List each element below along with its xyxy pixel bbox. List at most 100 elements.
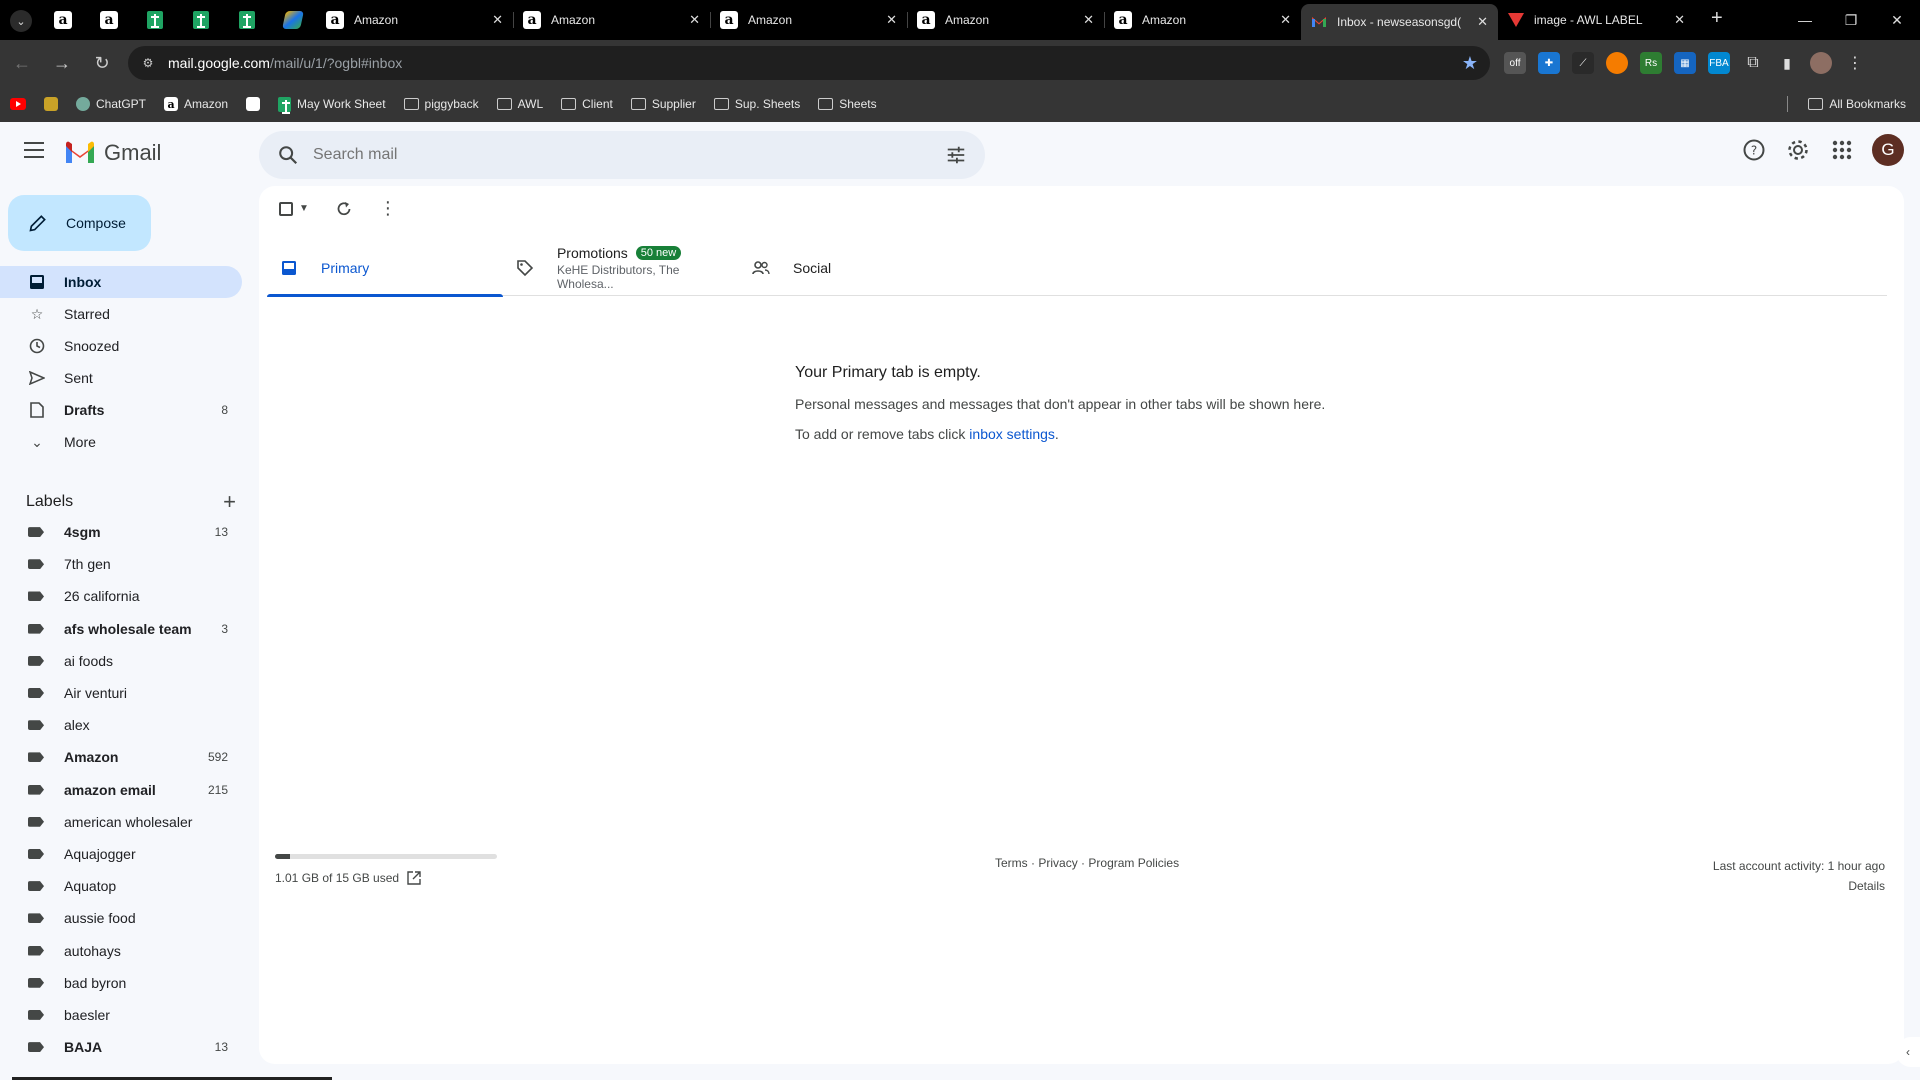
close-tab-icon[interactable]: ✕	[689, 12, 700, 28]
close-tab-icon[interactable]: ✕	[886, 12, 897, 28]
privacy-link[interactable]: Privacy	[1038, 856, 1077, 870]
new-tab-button[interactable]: +	[1711, 7, 1723, 30]
label-item[interactable]: Aquatop	[0, 870, 256, 902]
browser-profile-avatar[interactable]	[1810, 52, 1832, 74]
extension-off-icon[interactable]: off	[1504, 52, 1526, 74]
label-item[interactable]: 7th gen	[0, 548, 256, 580]
bookmark-amazon[interactable]: a Amazon	[164, 97, 228, 111]
search-options-icon[interactable]	[945, 144, 967, 166]
extension-calculator-icon[interactable]: ▦	[1674, 52, 1696, 74]
restore-icon[interactable]: ❐	[1828, 12, 1874, 29]
search-input[interactable]	[313, 146, 945, 164]
details-link[interactable]: Details	[1713, 876, 1885, 896]
open-external-icon[interactable]	[407, 871, 421, 885]
more-options-icon[interactable]: ⋮	[379, 198, 397, 219]
forward-button[interactable]: →	[44, 45, 80, 81]
bookmark-misc[interactable]	[44, 97, 58, 111]
nav-item-starred[interactable]: ☆ Starred	[0, 298, 242, 330]
pinned-tab-sheets-1[interactable]	[132, 0, 178, 40]
main-menu-icon[interactable]	[24, 142, 44, 158]
browser-tab[interactable]: a Amazon ✕	[513, 0, 710, 40]
pinned-tab-sheets-3[interactable]	[224, 0, 270, 40]
pinned-tab-amazon-1[interactable]: a	[40, 0, 86, 40]
side-panel-icon[interactable]: ▮	[1776, 52, 1798, 74]
add-label-icon[interactable]: +	[223, 489, 236, 515]
gmail-logo[interactable]: Gmail	[64, 140, 161, 166]
bookmark-chatgpt[interactable]: ChatGPT	[76, 97, 146, 111]
label-item[interactable]: american wholesaler	[0, 806, 256, 838]
label-item[interactable]: Amazon 592	[0, 741, 256, 773]
search-bar[interactable]	[259, 131, 985, 179]
extension-rs-icon[interactable]: Rs	[1640, 52, 1662, 74]
terms-link[interactable]: Terms	[995, 856, 1028, 870]
address-bar[interactable]: ⚙ mail.google.com/mail/u/1/?ogbl#inbox ★	[128, 46, 1490, 80]
label-item[interactable]: 26 california	[0, 580, 256, 612]
label-item[interactable]: BAJA 13	[0, 1031, 256, 1063]
label-item[interactable]: amazon email 215	[0, 774, 256, 806]
tab-social[interactable]: Social	[739, 240, 975, 296]
bookmark-folder-sup-sheets[interactable]: Sup. Sheets	[713, 97, 800, 111]
nav-item-snoozed[interactable]: Snoozed	[0, 330, 242, 362]
select-all-control[interactable]: ▼	[279, 201, 309, 216]
label-item[interactable]: ai foods	[0, 645, 256, 677]
bookmark-folder-supplier[interactable]: Supplier	[630, 97, 696, 111]
program-policies-link[interactable]: Program Policies	[1088, 856, 1179, 870]
browser-tab-active[interactable]: Inbox - newseasonsgd( ✕	[1301, 4, 1498, 40]
extension-orange-icon[interactable]	[1606, 52, 1628, 74]
close-tab-icon[interactable]: ✕	[1674, 12, 1685, 28]
nav-item-more[interactable]: ⌄ More	[0, 426, 242, 458]
refresh-icon[interactable]	[335, 200, 353, 218]
search-icon[interactable]	[277, 144, 299, 166]
site-info-icon[interactable]: ⚙	[140, 55, 156, 71]
tab-promotions[interactable]: Promotions 50 new KeHE Distributors, The…	[503, 240, 739, 296]
side-panel-toggle-icon[interactable]: ‹	[1896, 1037, 1920, 1067]
bookmark-folder-awl[interactable]: AWL	[496, 97, 543, 111]
browser-tab[interactable]: a Amazon ✕	[710, 0, 907, 40]
bookmark-youtube[interactable]	[10, 98, 26, 110]
google-apps-icon[interactable]	[1828, 136, 1856, 164]
extension-fba-icon[interactable]: FBA	[1708, 52, 1730, 74]
extensions-puzzle-icon[interactable]: ⧉	[1742, 52, 1764, 74]
browser-tab[interactable]: a Amazon ✕	[1104, 0, 1301, 40]
close-tab-icon[interactable]: ✕	[1083, 12, 1094, 28]
close-tab-icon[interactable]: ✕	[1280, 12, 1291, 28]
bookmark-star-icon[interactable]: ★	[1462, 53, 1478, 74]
bookmark-amazon-icon-only[interactable]	[246, 97, 261, 111]
all-bookmarks-button[interactable]: All Bookmarks	[1787, 96, 1906, 112]
label-item[interactable]: baesler	[0, 999, 256, 1031]
bookmark-folder-piggyback[interactable]: piggyback	[403, 97, 479, 111]
extension-dark-icon[interactable]: ⟋	[1572, 52, 1594, 74]
help-icon[interactable]: ?	[1740, 136, 1768, 164]
inbox-settings-link[interactable]: inbox settings	[969, 426, 1055, 442]
label-item[interactable]: bad byron	[0, 967, 256, 999]
tab-primary[interactable]: Primary	[267, 240, 503, 297]
pinned-tab-amazon-2[interactable]: a	[86, 0, 132, 40]
account-avatar[interactable]: G	[1872, 134, 1904, 166]
settings-gear-icon[interactable]	[1784, 136, 1812, 164]
browser-menu-icon[interactable]: ⋮	[1844, 52, 1866, 74]
compose-button[interactable]: Compose	[8, 195, 151, 251]
tab-search-button[interactable]: ⌄	[10, 10, 32, 32]
select-dropdown-icon[interactable]: ▼	[299, 203, 309, 214]
label-item[interactable]: aussie food	[0, 902, 256, 934]
pinned-tab-feather[interactable]	[270, 0, 316, 40]
minimize-icon[interactable]: —	[1782, 12, 1828, 28]
reload-button[interactable]: ↻	[84, 45, 120, 81]
close-tab-icon[interactable]: ✕	[492, 12, 503, 28]
bookmark-folder-sheets[interactable]: Sheets	[818, 97, 877, 111]
bookmark-may-work-sheet[interactable]: May Work Sheet	[278, 96, 386, 114]
close-window-icon[interactable]: ✕	[1874, 12, 1920, 29]
back-button[interactable]: ←	[4, 45, 40, 81]
nav-item-inbox[interactable]: Inbox	[0, 266, 242, 298]
select-all-checkbox[interactable]	[279, 201, 293, 216]
label-item[interactable]: 4sgm 13	[0, 516, 256, 548]
pinned-tab-sheets-2[interactable]	[178, 0, 224, 40]
label-item[interactable]: autohays	[0, 934, 256, 966]
label-item[interactable]: alex	[0, 709, 256, 741]
browser-tab[interactable]: image - AWL LABEL ✕	[1498, 0, 1695, 40]
bookmark-folder-client[interactable]: Client	[561, 97, 613, 111]
browser-tab[interactable]: a Amazon ✕	[316, 0, 513, 40]
label-item[interactable]: afs wholesale team 3	[0, 613, 256, 645]
close-tab-icon[interactable]: ✕	[1477, 14, 1488, 30]
nav-item-sent[interactable]: Sent	[0, 362, 242, 394]
